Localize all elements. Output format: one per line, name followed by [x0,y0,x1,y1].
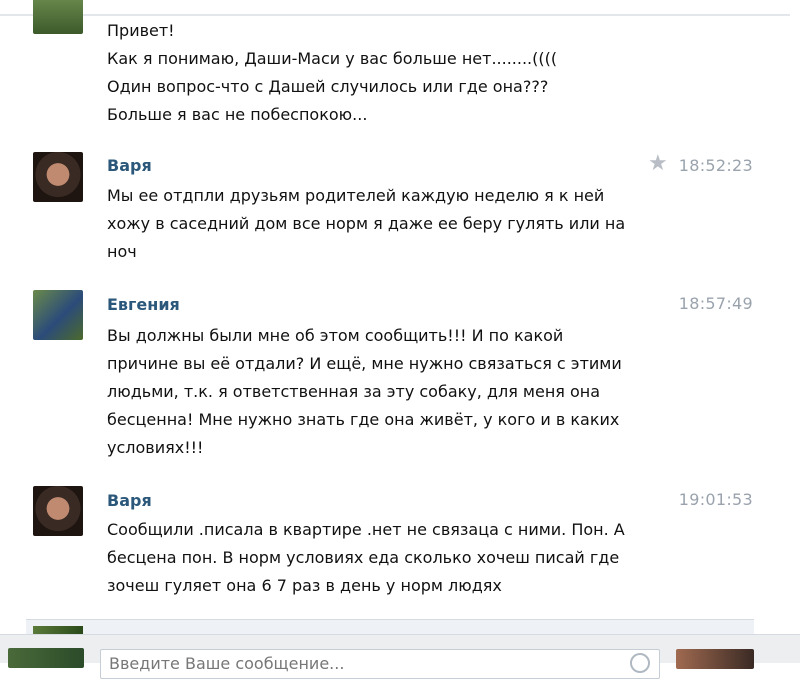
message-line: причине вы её отдали? И ещё, мне нужно с… [107,354,622,373]
message-line: условиях!!! [107,438,204,457]
message-line: ноч [107,242,137,261]
message-line: Больше я вас не побеспокою... [107,105,368,124]
message-line: Один вопрос-что с Дашей случилось или гд… [107,77,549,96]
top-divider [0,14,800,16]
next-message-row [26,619,754,634]
message-time[interactable]: 19:01:53 [679,490,753,509]
message-line: зочеш гуляет она 6 7 раз в день у норм л… [107,576,502,595]
message-time[interactable]: 18:57:49 [679,294,753,313]
message-author[interactable]: Варя [107,491,152,510]
message-line: Мы ее отдпли друзьям родителей каждую не… [107,186,605,205]
message-author[interactable]: Евгения [107,295,180,314]
message-line: Вы должны были мне об этом сообщить!!! И… [107,326,564,345]
star-icon[interactable]: ★ [648,153,668,175]
message-text: Вы должны были мне об этом сообщить!!! И… [107,322,667,462]
avatar[interactable] [33,626,83,634]
avatar[interactable] [33,290,83,340]
message-text: Сообщили .писала в квартире .нет не связ… [107,516,667,600]
avatar[interactable] [33,0,83,34]
avatar[interactable] [676,649,754,669]
message-line: бесценна! Мне нужно знать где она живёт,… [107,410,620,429]
attach-icon[interactable] [630,653,650,673]
message-line: Привет! [107,21,175,40]
message-time[interactable]: 18:52:23 [679,156,753,175]
message-text: Привет! Как я понимаю, Даши-Маси у вас б… [107,17,667,129]
message-line: хожу в саседний дом все норм я даже ее б… [107,214,626,233]
message-author[interactable]: Варя [107,156,152,175]
avatar[interactable] [33,152,83,202]
message-line: людьми, т.к. я ответственная за эту соба… [107,382,601,401]
message-composer: Введите Ваше сообщение... [0,634,800,679]
scrollbar[interactable] [790,0,800,620]
avatar[interactable] [8,648,84,668]
avatar[interactable] [33,486,83,536]
message-line: бесцена пон. В норм условиях еда сколько… [107,548,620,567]
message-line: Сообщили .писала в квартире .нет не связ… [107,520,625,539]
message-line: Как я понимаю, Даши-Маси у вас больше не… [107,49,558,68]
message-text: Мы ее отдпли друзьям родителей каждую не… [107,182,667,266]
message-input[interactable]: Введите Ваше сообщение... [100,649,660,679]
